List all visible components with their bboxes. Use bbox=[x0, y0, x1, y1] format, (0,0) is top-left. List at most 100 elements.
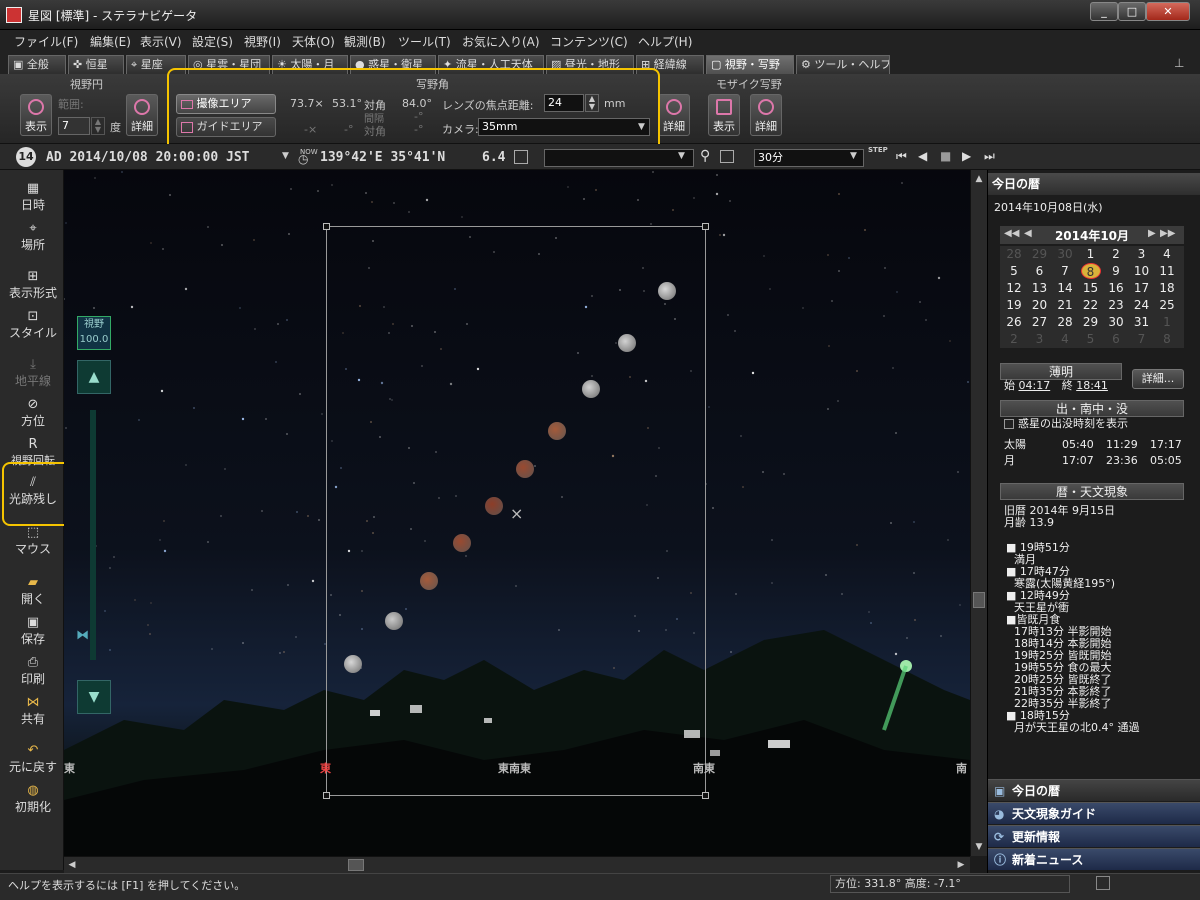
menu-edit[interactable]: 編集(E) bbox=[90, 33, 131, 50]
calendar-day[interactable]: 26 bbox=[1004, 314, 1024, 330]
calendar-day[interactable]: 8 bbox=[1080, 263, 1101, 279]
calendar-day[interactable]: 5 bbox=[1004, 263, 1024, 279]
moon-phase[interactable] bbox=[420, 572, 438, 590]
menu-contents[interactable]: コンテンツ(C) bbox=[550, 33, 628, 50]
frame-handle[interactable] bbox=[702, 223, 709, 230]
fov-circle-detail-button[interactable]: 詳細 bbox=[126, 94, 158, 136]
menu-tools[interactable]: ツール(T) bbox=[398, 33, 451, 50]
calendar-day[interactable]: 28 bbox=[1055, 314, 1075, 330]
undo-button[interactable]: ↶ 元に戻す bbox=[4, 744, 62, 775]
print-button[interactable]: ⎙ 印刷 bbox=[4, 656, 62, 687]
frame-handle[interactable] bbox=[702, 792, 709, 799]
chevron-down-icon[interactable]: ▼ bbox=[850, 151, 857, 161]
share-button[interactable]: ⋈ 共有 bbox=[4, 696, 62, 727]
skip-back-icon[interactable]: ⏮ bbox=[896, 149, 907, 164]
sky-view[interactable]: × 東 東 東南東 南東 南 視野 100.0 ▲ ⧓ ▼ bbox=[64, 170, 970, 856]
tab-general[interactable]: ▣ 全般 bbox=[8, 55, 66, 74]
calendar-day[interactable]: 3 bbox=[1132, 246, 1152, 262]
twilight-start[interactable]: 04:17 bbox=[1019, 379, 1051, 392]
moon-phase[interactable] bbox=[658, 282, 676, 300]
calendar-day[interactable]: 28 bbox=[1004, 246, 1024, 262]
menu-observe[interactable]: 観測(B) bbox=[344, 33, 386, 50]
scroll-down-arrow[interactable]: ▼ bbox=[973, 842, 985, 852]
menu-fov[interactable]: 視野(I) bbox=[244, 33, 281, 50]
scroll-thumb[interactable] bbox=[973, 592, 985, 608]
menu-settings[interactable]: 設定(S) bbox=[192, 33, 233, 50]
calendar-day[interactable]: 12 bbox=[1004, 280, 1024, 296]
search-icon[interactable]: ⚲ bbox=[700, 148, 710, 164]
style-button[interactable]: ⊡ スタイル bbox=[4, 310, 62, 341]
calendar-day[interactable]: 4 bbox=[1055, 331, 1075, 347]
calendar-day[interactable]: 2 bbox=[1106, 246, 1126, 262]
footer-updates[interactable]: ⟳ 更新情報 bbox=[988, 825, 1200, 847]
calendar-day[interactable]: 29 bbox=[1030, 246, 1050, 262]
location-button[interactable]: ⌖ 場所 bbox=[4, 222, 62, 253]
moon-phase[interactable] bbox=[582, 380, 600, 398]
moon-phase[interactable] bbox=[485, 497, 503, 515]
next-year-icon[interactable]: ▶▶ bbox=[1160, 228, 1175, 239]
calendar-day[interactable]: 13 bbox=[1030, 280, 1050, 296]
step-select[interactable]: 30分 bbox=[754, 149, 864, 167]
stop-icon[interactable]: ■ bbox=[940, 149, 951, 163]
calendar-day[interactable]: 2 bbox=[1004, 331, 1024, 347]
next-month-icon[interactable]: ▶ bbox=[1148, 228, 1156, 239]
calendar-day[interactable]: 5 bbox=[1081, 331, 1101, 347]
save-button[interactable]: ▣ 保存 bbox=[4, 616, 62, 647]
calendar-day[interactable]: 24 bbox=[1132, 297, 1152, 313]
moon-phase[interactable] bbox=[548, 422, 566, 440]
step-forward-icon[interactable]: ▶ bbox=[962, 149, 971, 163]
reset-button[interactable]: ◍ 初期化 bbox=[4, 784, 62, 815]
scroll-right-arrow[interactable]: ▶ bbox=[956, 860, 966, 870]
calendar-day[interactable]: 16 bbox=[1106, 280, 1126, 296]
moon-phase[interactable] bbox=[618, 334, 636, 352]
calendar-day[interactable]: 6 bbox=[1106, 331, 1126, 347]
moon-phase[interactable] bbox=[453, 534, 471, 552]
fov-circle-show-button[interactable]: 表示 bbox=[20, 94, 52, 136]
clock-icon[interactable]: ◷ bbox=[298, 152, 308, 166]
calendar-day[interactable]: 22 bbox=[1081, 297, 1101, 313]
horizontal-scrollbar[interactable]: ◀ ▶ bbox=[64, 856, 970, 873]
zoom-out-button[interactable]: ▼ bbox=[77, 680, 111, 714]
calendar-day[interactable]: 30 bbox=[1106, 314, 1126, 330]
tab-stars[interactable]: ✜ 恒星 bbox=[68, 55, 124, 74]
zoom-slider[interactable] bbox=[90, 410, 96, 660]
calendar-day[interactable]: 7 bbox=[1132, 331, 1152, 347]
mosaic-show-button[interactable]: 表示 bbox=[708, 94, 740, 136]
calendar-day[interactable]: 9 bbox=[1106, 263, 1126, 279]
calendar-day[interactable]: 1 bbox=[1081, 246, 1101, 262]
calendar-day[interactable]: 4 bbox=[1157, 246, 1177, 262]
calendar-day[interactable]: 15 bbox=[1081, 280, 1101, 296]
footer-news[interactable]: ⓘ 新着ニュース bbox=[988, 848, 1200, 870]
direction-button[interactable]: ⊘ 方位 bbox=[4, 398, 62, 429]
calendar-day[interactable]: 18 bbox=[1157, 280, 1177, 296]
list-icon[interactable] bbox=[720, 150, 734, 163]
chevron-down-icon[interactable]: ▼ bbox=[678, 151, 685, 161]
open-button[interactable]: ▰ 開く bbox=[4, 576, 62, 607]
menu-favorites[interactable]: お気に入り(A) bbox=[462, 33, 540, 50]
moon-phase[interactable] bbox=[344, 655, 362, 673]
search-input[interactable] bbox=[544, 149, 694, 167]
calendar-day[interactable]: 11 bbox=[1157, 263, 1177, 279]
menu-view[interactable]: 表示(V) bbox=[140, 33, 182, 50]
mouse-button[interactable]: ⬚ マウス bbox=[4, 526, 62, 557]
moon-phase[interactable] bbox=[516, 460, 534, 478]
scroll-left-arrow[interactable]: ◀ bbox=[67, 860, 77, 870]
menu-object[interactable]: 天体(O) bbox=[292, 33, 335, 50]
scroll-thumb[interactable] bbox=[348, 859, 364, 871]
tab-fov-photo[interactable]: ▢ 視野・写野 bbox=[706, 55, 794, 74]
location-display[interactable]: 139°42'E 35°41'N bbox=[320, 150, 445, 165]
calendar-day[interactable]: 29 bbox=[1081, 314, 1101, 330]
moon-phase[interactable] bbox=[385, 612, 403, 630]
frame-handle[interactable] bbox=[323, 792, 330, 799]
vertical-scrollbar[interactable]: ▲ ▼ bbox=[970, 170, 987, 856]
frame-handle[interactable] bbox=[323, 223, 330, 230]
calendar-day[interactable]: 20 bbox=[1030, 297, 1050, 313]
calendar-grid[interactable]: 28 29 30 1 2 3 4 5 6 7 8 9 10 11 12 13 14 15 16 17 18 19 20 21 2… bbox=[1000, 246, 1184, 348]
moon-age-badge[interactable]: 14 bbox=[16, 147, 36, 167]
calendar-day[interactable]: 25 bbox=[1157, 297, 1177, 313]
footer-events-guide[interactable]: ◕ 天文現象ガイド bbox=[988, 802, 1200, 824]
calendar-day[interactable]: 19 bbox=[1004, 297, 1024, 313]
datetime-display[interactable]: AD 2014/10/08 20:00:00 JST bbox=[46, 150, 250, 165]
calendar-day[interactable]: 3 bbox=[1030, 331, 1050, 347]
close-button[interactable]: ✕ bbox=[1146, 2, 1190, 21]
